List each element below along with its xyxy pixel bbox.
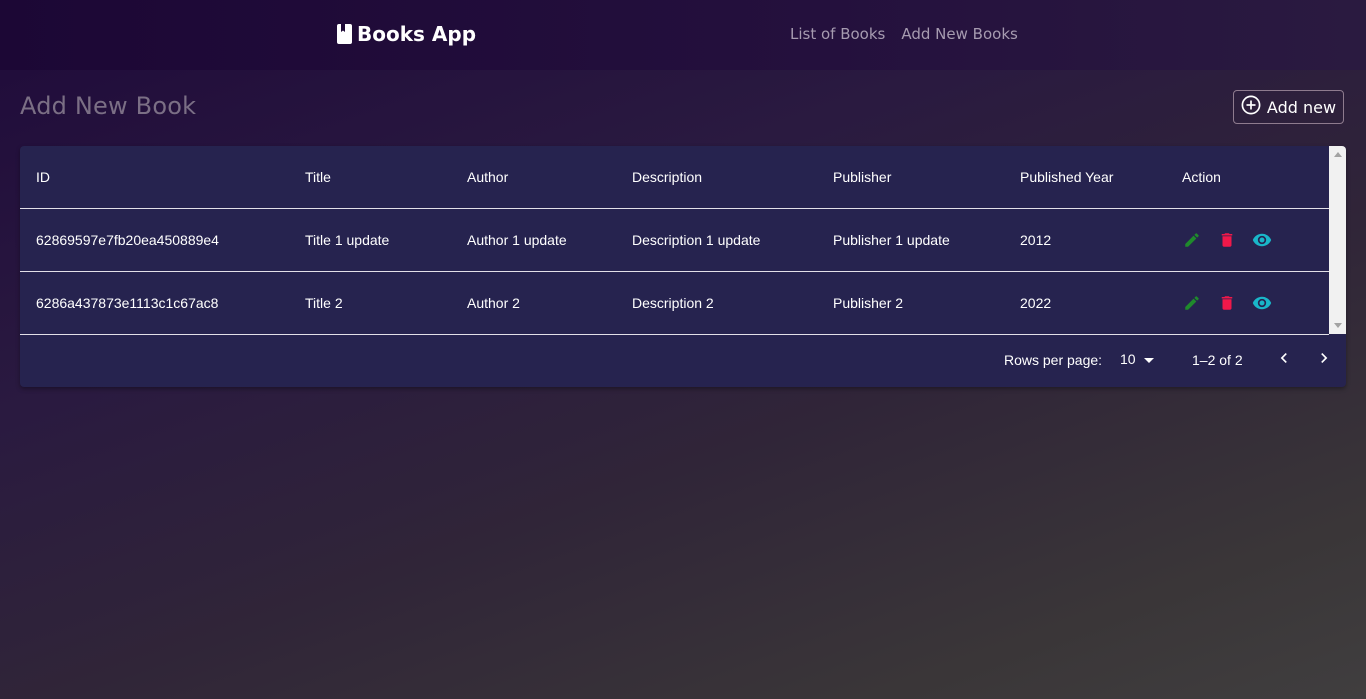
rows-per-page-select[interactable]: 10: [1120, 351, 1154, 367]
scroll-up-icon[interactable]: [1334, 152, 1342, 157]
column-header-author: Author: [467, 169, 509, 185]
add-new-label: Add new: [1266, 97, 1337, 117]
column-header-id: ID: [36, 169, 50, 185]
page-title: Add New Book: [20, 92, 197, 120]
column-header-published-year: Published Year: [1020, 169, 1114, 185]
chevron-right-icon[interactable]: [1314, 348, 1334, 371]
cell-title: Title 1 update: [305, 232, 390, 248]
chevron-left-icon[interactable]: [1274, 348, 1294, 371]
books-table: ID Title Author Description Publisher Pu…: [20, 146, 1346, 387]
column-header-action: Action: [1182, 169, 1221, 185]
table-pagination: Rows per page: 10 1–2 of 2: [20, 334, 1346, 387]
vertical-scrollbar[interactable]: [1329, 146, 1346, 334]
table-row: 6286a437873e1113c1c67ac8 Title 2 Author …: [20, 272, 1329, 335]
column-header-publisher: Publisher: [833, 169, 892, 185]
nav-link-add-new-books[interactable]: Add New Books: [901, 25, 1017, 43]
book-icon: [337, 24, 352, 44]
caret-down-icon: [1143, 351, 1154, 367]
cell-published-year: 2012: [1020, 232, 1052, 248]
cell-publisher: Publisher 2: [833, 295, 904, 311]
table-scroll-area: ID Title Author Description Publisher Pu…: [20, 146, 1329, 335]
nav-link-list-of-books[interactable]: List of Books: [790, 25, 885, 43]
brand[interactable]: Books App: [337, 22, 476, 46]
cell-author: Author 2: [467, 295, 520, 311]
table-row: 62869597e7fb20ea450889e4 Title 1 update …: [20, 209, 1329, 272]
edit-icon[interactable]: [1182, 230, 1202, 250]
cell-id: 62869597e7fb20ea450889e4: [36, 232, 219, 248]
cell-id: 6286a437873e1113c1c67ac8: [36, 295, 219, 311]
cell-published-year: 2022: [1020, 295, 1052, 311]
delete-icon[interactable]: [1217, 230, 1237, 250]
scroll-thumb[interactable]: [1331, 162, 1344, 318]
cell-actions: [1182, 209, 1272, 271]
view-icon[interactable]: [1252, 293, 1272, 313]
cell-description: Description 1 update: [632, 232, 761, 248]
cell-actions: [1182, 272, 1272, 334]
edit-icon[interactable]: [1182, 293, 1202, 313]
column-header-title: Title: [305, 169, 331, 185]
add-circle-icon: [1241, 95, 1261, 119]
cell-publisher: Publisher 1 update: [833, 232, 950, 248]
column-header-description: Description: [632, 169, 703, 185]
rows-per-page-label: Rows per page:: [1004, 352, 1103, 368]
navbar: Books App List of Books Add New Books: [0, 0, 1366, 70]
cell-author: Author 1 update: [467, 232, 567, 248]
scroll-down-icon[interactable]: [1334, 323, 1342, 328]
brand-label: Books App: [357, 22, 477, 46]
cell-description: Description 2: [632, 295, 714, 311]
table-header-row: ID Title Author Description Publisher Pu…: [20, 146, 1329, 209]
cell-title: Title 2: [305, 295, 343, 311]
rows-per-page-value: 10: [1120, 351, 1136, 367]
delete-icon[interactable]: [1217, 293, 1237, 313]
view-icon[interactable]: [1252, 230, 1272, 250]
pagination-range: 1–2 of 2: [1192, 352, 1243, 368]
add-new-button[interactable]: Add new: [1233, 90, 1344, 124]
nav-links: List of Books Add New Books: [790, 25, 1018, 43]
